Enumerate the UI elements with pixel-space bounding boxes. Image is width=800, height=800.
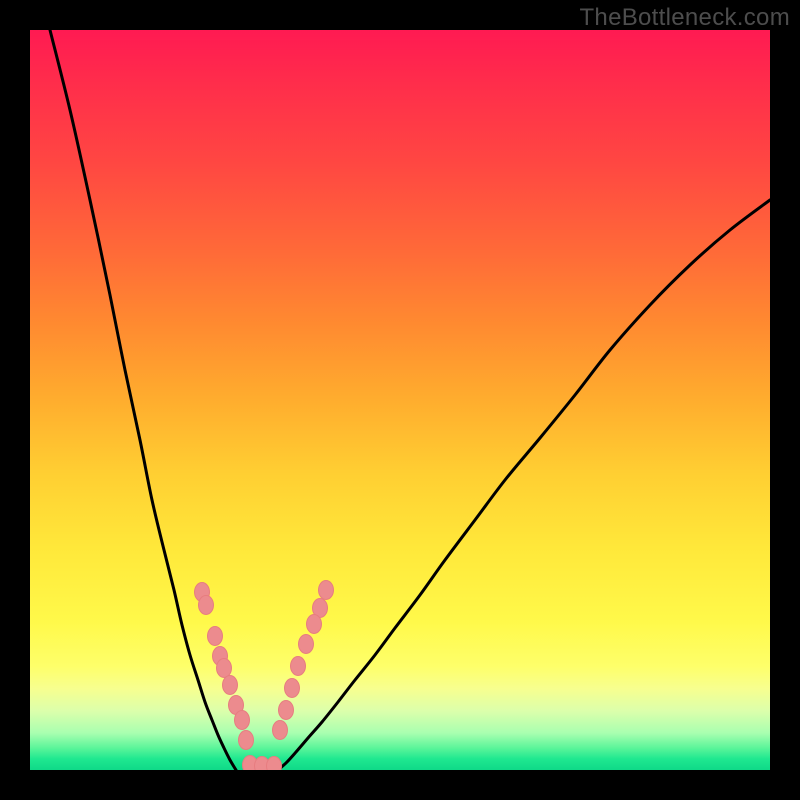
- data-dot: [319, 581, 334, 600]
- dots-group: [195, 581, 334, 771]
- data-dot: [299, 635, 314, 654]
- data-dot: [217, 659, 232, 678]
- data-dot: [199, 596, 214, 615]
- data-dot: [235, 711, 250, 730]
- watermark-text: TheBottleneck.com: [579, 4, 790, 32]
- data-dot: [307, 615, 322, 634]
- curves-svg: [30, 30, 770, 770]
- chart-frame: TheBottleneck.com: [0, 0, 800, 800]
- curve-group: [50, 30, 770, 770]
- data-dot: [239, 731, 254, 750]
- curve-left-curve: [50, 30, 236, 770]
- data-dot: [279, 701, 294, 720]
- curve-right-curve: [278, 200, 770, 770]
- plot-area: [30, 30, 770, 770]
- data-dot: [273, 721, 288, 740]
- data-dot: [291, 657, 306, 676]
- data-dot: [285, 679, 300, 698]
- data-dot: [208, 627, 223, 646]
- data-dot: [223, 676, 238, 695]
- data-dot: [267, 757, 282, 771]
